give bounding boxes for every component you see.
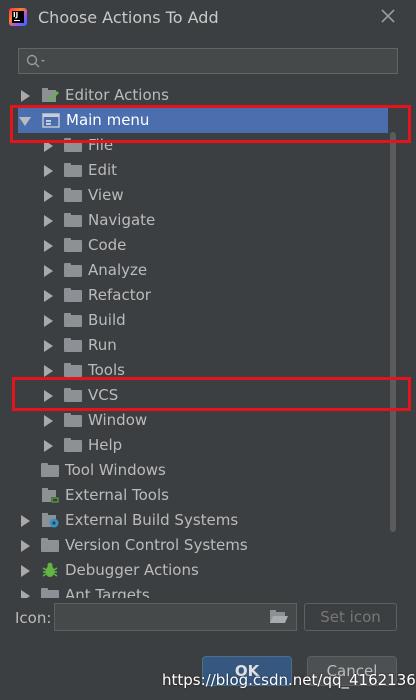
tree-item-tools[interactable]: Tools (18, 358, 388, 383)
tree-item-debugger-actions[interactable]: Debugger Actions (18, 558, 388, 583)
tree-item-main-menu[interactable]: Main menu (18, 108, 388, 133)
icon-path-field[interactable] (54, 603, 297, 631)
expand-arrow-icon[interactable] (44, 365, 53, 377)
expand-arrow-icon[interactable] (44, 140, 53, 152)
expand-arrow-icon[interactable] (44, 265, 53, 277)
external-tools-icon (42, 488, 59, 503)
folder-icon (64, 238, 82, 252)
tree-item-editor-actions[interactable]: Editor Actions (18, 83, 388, 108)
expand-arrow-icon[interactable] (44, 315, 53, 327)
expand-arrow-icon[interactable] (21, 515, 30, 527)
folder-icon (64, 338, 82, 352)
browse-folder-icon[interactable] (270, 610, 288, 624)
tree-item-label: Edit (88, 161, 118, 179)
search-icon[interactable] (26, 54, 46, 68)
folder-icon (64, 363, 82, 377)
folder-icon (64, 163, 82, 177)
tree-item-label: VCS (88, 386, 119, 404)
tree-item-label: Navigate (88, 211, 156, 229)
tree-item-label: Window (88, 411, 148, 429)
tree-item-label: Build (88, 311, 126, 329)
actions-tree: Editor Actions Main menu File Edit View … (18, 82, 388, 598)
expand-arrow-icon[interactable] (44, 440, 53, 452)
tree-item-tool-windows[interactable]: Tool Windows (18, 458, 388, 483)
bug-icon (42, 562, 58, 577)
build-systems-icon (42, 513, 59, 528)
folder-icon (64, 388, 82, 402)
title-bar: IJ Choose Actions To Add (0, 0, 416, 34)
menu-icon (42, 113, 60, 128)
expand-arrow-icon[interactable] (21, 540, 30, 552)
tree-item-external-build-systems[interactable]: External Build Systems (18, 508, 388, 533)
scrollbar-thumb[interactable] (390, 132, 396, 532)
watermark-text: https://blog.csdn.net/qq_41621362 (162, 671, 416, 689)
tree-item-navigate[interactable]: Navigate (18, 208, 388, 233)
tree-item-label: Code (88, 236, 127, 254)
set-icon-button[interactable]: Set icon (304, 603, 397, 631)
collapse-arrow-icon[interactable] (19, 117, 31, 126)
search-input[interactable] (51, 49, 385, 75)
tree-item-help[interactable]: Help (18, 433, 388, 458)
tree-item-label: External Build Systems (65, 511, 239, 529)
tree-item-window[interactable]: Window (18, 408, 388, 433)
expand-arrow-icon[interactable] (21, 90, 30, 102)
folder-icon (41, 463, 59, 477)
tree-item-code[interactable]: Code (18, 233, 388, 258)
tree-item-label: File (88, 136, 114, 154)
expand-arrow-icon[interactable] (44, 390, 53, 402)
folder-icon (64, 288, 82, 302)
tree-item-vcs[interactable]: VCS (18, 383, 388, 408)
folder-icon (64, 263, 82, 277)
tree-scrollbar[interactable] (388, 82, 398, 598)
tree-item-label: Analyze (88, 261, 148, 279)
search-field[interactable] (18, 48, 398, 75)
folder-icon (41, 588, 59, 598)
tree-item-label: Help (88, 436, 123, 454)
tree-item-analyze[interactable]: Analyze (18, 258, 388, 283)
expand-arrow-icon[interactable] (44, 340, 53, 352)
tree-item-edit[interactable]: Edit (18, 158, 388, 183)
tree-item-label: Run (88, 336, 117, 354)
tree-item-label: External Tools (65, 486, 169, 504)
icon-label: Icon: (15, 609, 52, 627)
tree-item-view[interactable]: View (18, 183, 388, 208)
tree-item-label: Editor Actions (65, 86, 169, 104)
tree-item-refactor[interactable]: Refactor (18, 283, 388, 308)
tree-item-label: Tools (88, 361, 125, 379)
tree-item-label: Tool Windows (65, 461, 166, 479)
tree-item-label: Refactor (88, 286, 151, 304)
tree-item-run[interactable]: Run (18, 333, 388, 358)
folder-icon (64, 138, 82, 152)
expand-arrow-icon[interactable] (44, 190, 53, 202)
editor-actions-icon (42, 88, 59, 102)
tree-item-label: Main menu (66, 111, 150, 129)
folder-icon (64, 438, 82, 452)
expand-arrow-icon[interactable] (44, 415, 53, 427)
folder-icon (64, 188, 82, 202)
expand-arrow-icon[interactable] (44, 290, 53, 302)
tree-item-ant-targets[interactable]: Ant Targets (18, 583, 388, 598)
expand-arrow-icon[interactable] (44, 240, 53, 252)
folder-icon (64, 213, 82, 227)
tree-item-file[interactable]: File (18, 133, 388, 158)
folder-icon (41, 538, 59, 552)
tree-item-label: Ant Targets (65, 586, 150, 598)
tree-item-label: Version Control Systems (65, 536, 248, 554)
expand-arrow-icon[interactable] (21, 565, 30, 577)
tree-item-label: View (88, 186, 124, 204)
close-icon[interactable] (378, 6, 398, 26)
folder-icon (64, 413, 82, 427)
tree-item-version-control-systems[interactable]: Version Control Systems (18, 533, 388, 558)
expand-arrow-icon[interactable] (21, 590, 30, 598)
dialog-title: Choose Actions To Add (38, 8, 219, 27)
expand-arrow-icon[interactable] (44, 215, 53, 227)
folder-icon (64, 313, 82, 327)
tree-item-build[interactable]: Build (18, 308, 388, 333)
intellij-app-icon: IJ (9, 8, 27, 26)
tree-item-external-tools[interactable]: External Tools (18, 483, 388, 508)
tree-item-label: Debugger Actions (65, 561, 199, 579)
expand-arrow-icon[interactable] (44, 165, 53, 177)
